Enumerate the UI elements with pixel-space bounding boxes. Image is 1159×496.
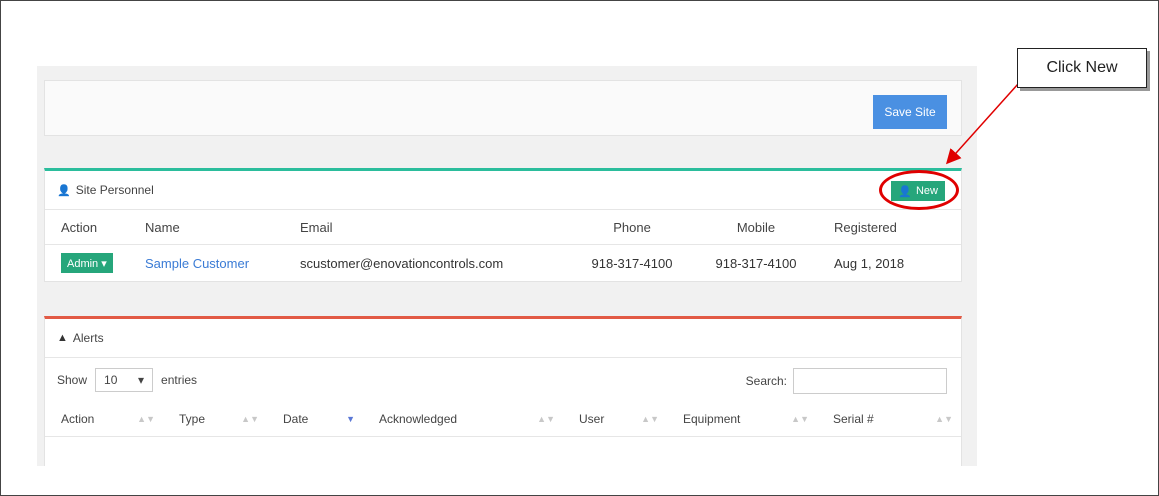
callout-text: Click New [1046,59,1118,76]
annotation-callout: Click New [1017,48,1147,88]
annotation-arrow [945,83,1019,165]
arrow-line [945,83,1019,165]
